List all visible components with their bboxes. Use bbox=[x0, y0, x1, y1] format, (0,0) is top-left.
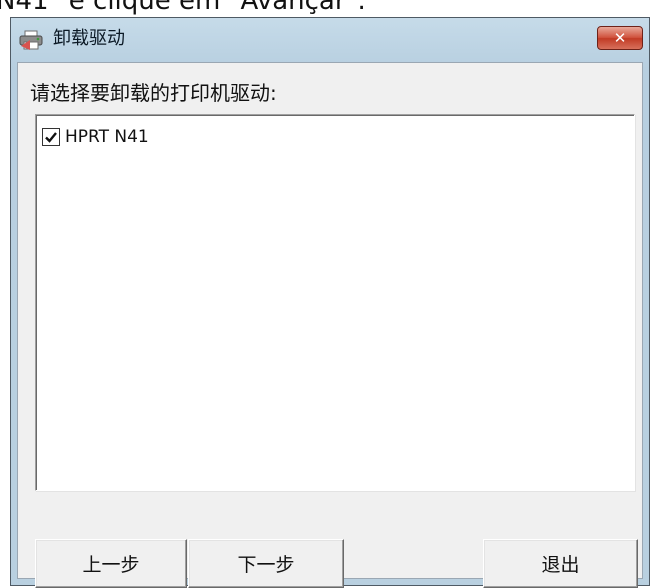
next-button[interactable]: 下一步 bbox=[188, 539, 344, 588]
page-caption: N41" e clique em "Avançar". bbox=[0, 0, 366, 16]
driver-list[interactable]: HPRT N41 bbox=[35, 114, 635, 491]
prompt-label: 请选择要卸载的打印机驱动: bbox=[30, 81, 277, 105]
exit-button-label: 退出 bbox=[541, 554, 580, 576]
close-icon: ✕ bbox=[613, 29, 627, 47]
driver-checkbox[interactable] bbox=[42, 128, 60, 146]
close-button[interactable]: ✕ bbox=[597, 26, 643, 50]
previous-button[interactable]: 上一步 bbox=[35, 539, 187, 588]
printer-icon bbox=[19, 30, 43, 50]
exit-button[interactable]: 退出 bbox=[483, 539, 638, 588]
checkmark-icon bbox=[45, 132, 57, 143]
dialog-body: 请选择要卸载的打印机驱动: HPRT N41 上一步 下一步 退出 bbox=[17, 62, 643, 588]
list-item[interactable]: HPRT N41 bbox=[42, 125, 149, 149]
uninstall-driver-dialog: 卸载驱动 ✕ 请选择要卸载的打印机驱动: HPRT N41 上一步 下一步 退出 bbox=[10, 17, 650, 588]
window-title: 卸载驱动 bbox=[53, 28, 125, 49]
title-bar[interactable]: 卸载驱动 ✕ bbox=[11, 18, 649, 62]
driver-label: HPRT N41 bbox=[65, 127, 149, 147]
previous-button-label: 上一步 bbox=[82, 554, 140, 576]
next-button-label: 下一步 bbox=[237, 554, 295, 576]
